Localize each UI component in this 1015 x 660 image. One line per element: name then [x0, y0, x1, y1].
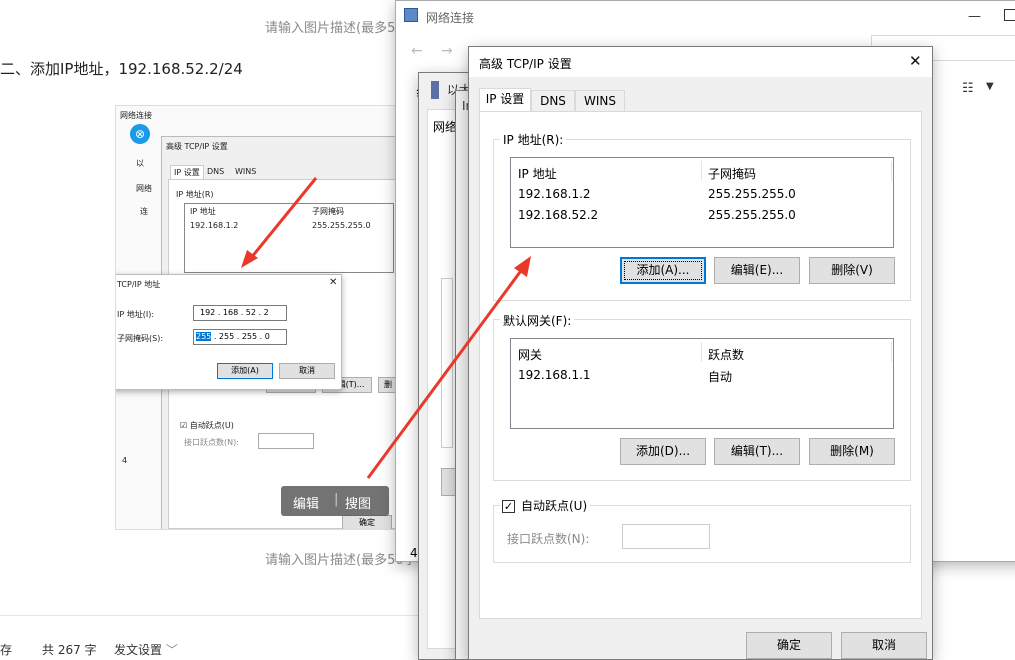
annotation-arrows — [241, 177, 531, 479]
arrow-line-large — [366, 267, 525, 479]
arrow-to-ip-list — [366, 256, 531, 479]
arrow-to-embedded-dialog — [241, 177, 318, 268]
arrow-line-small — [249, 177, 318, 259]
arrow-head-large — [514, 256, 531, 277]
